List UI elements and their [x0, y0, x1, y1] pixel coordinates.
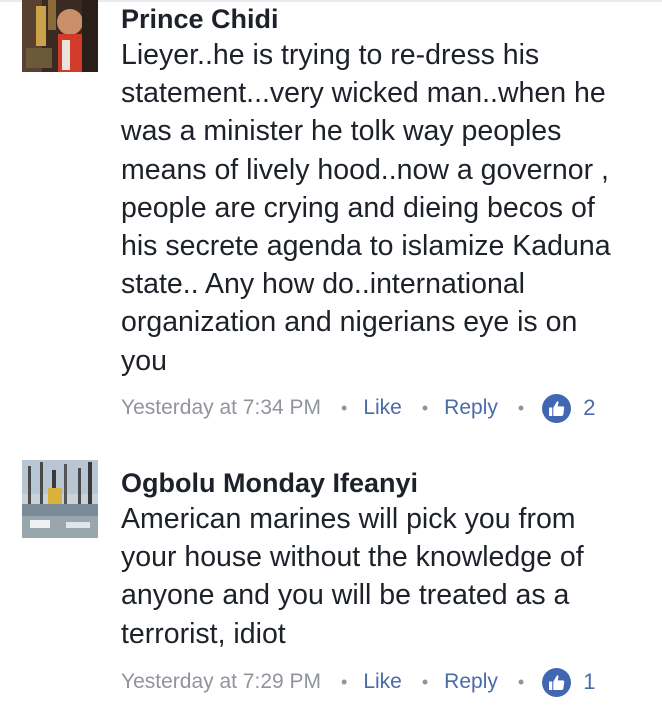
- like-button[interactable]: Like: [363, 392, 402, 424]
- meta-separator: •: [517, 672, 525, 692]
- thumbs-up-icon: [542, 393, 572, 423]
- thumbs-up-icon: [542, 667, 572, 697]
- like-button[interactable]: Like: [363, 666, 402, 698]
- reply-button[interactable]: Reply: [444, 392, 498, 424]
- comment-author[interactable]: Prince Chidi: [121, 2, 651, 36]
- avatar[interactable]: [22, 0, 98, 72]
- comment-meta: Yesterday at 7:34 PM • Like • Reply • 2: [121, 392, 595, 424]
- meta-separator: •: [421, 398, 429, 418]
- comment-meta: Yesterday at 7:29 PM • Like • Reply • 1: [121, 666, 595, 698]
- meta-separator: •: [341, 398, 348, 418]
- comment-timestamp[interactable]: Yesterday at 7:34 PM: [121, 392, 321, 424]
- meta-separator: •: [341, 672, 348, 692]
- comment-timestamp[interactable]: Yesterday at 7:29 PM: [121, 666, 321, 698]
- comment-text: Lieyer..he is trying to re-dress his sta…: [121, 39, 611, 377]
- meta-separator: •: [421, 672, 429, 692]
- reply-button[interactable]: Reply: [444, 666, 498, 698]
- reaction-summary[interactable]: 2: [542, 392, 595, 424]
- reaction-count: 2: [583, 395, 596, 420]
- reaction-summary[interactable]: 1: [542, 666, 595, 698]
- comment-author[interactable]: Ogbolu Monday Ifeanyi: [121, 466, 651, 500]
- avatar[interactable]: [22, 460, 98, 538]
- reaction-count: 1: [583, 669, 596, 694]
- comment-text: American marines will pick you from your…: [121, 503, 584, 650]
- meta-separator: •: [517, 398, 525, 418]
